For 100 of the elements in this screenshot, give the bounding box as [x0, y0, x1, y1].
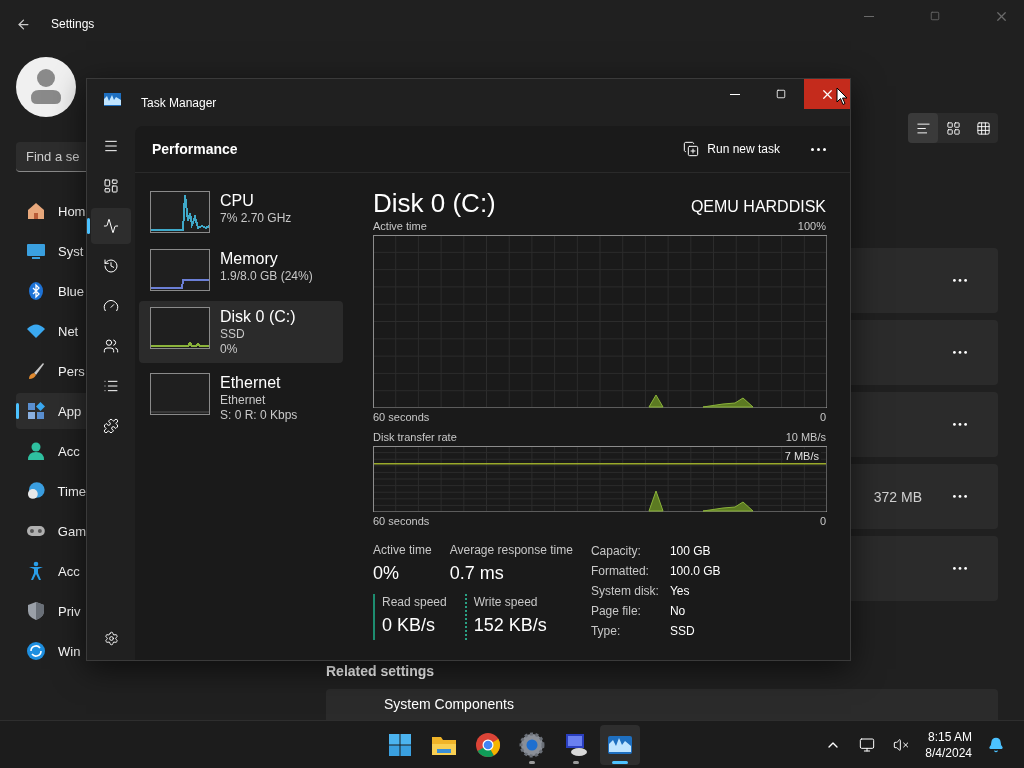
speed-stat: Write speed 152 KB/s [464, 594, 547, 640]
monitor-icon [859, 736, 876, 753]
search-field[interactable]: Find a se [16, 142, 86, 172]
history-icon [103, 258, 119, 274]
usage-graph [150, 307, 210, 349]
maximize-icon [776, 89, 786, 99]
disk-title: Disk 0 (C:) [373, 187, 496, 219]
property-label: Formatted: [590, 564, 650, 580]
device-name: Memory [220, 249, 279, 269]
shield-icon [26, 601, 46, 621]
task-manager-icon [104, 93, 121, 106]
graph-marker: 7 MB/s [782, 449, 821, 463]
brush-icon [26, 361, 46, 381]
disk-model: QEMU HARDDISK [690, 198, 826, 217]
device-item[interactable]: Memory 1.9/8.0 GB (24%) [139, 243, 343, 297]
more-icon [953, 351, 967, 354]
property-value: SSD [669, 624, 696, 640]
minimize-icon [864, 15, 874, 17]
nav-item[interactable]: Hom [16, 193, 86, 229]
clock-date: 8/4/2024 [925, 744, 972, 761]
bluetooth-icon [26, 281, 46, 301]
device-item[interactable]: Ethernet Ethernet S: 0 R: 0 Kbps [139, 367, 343, 429]
monitor-icon [26, 241, 46, 261]
nav-item[interactable]: Time [16, 473, 86, 509]
grid-view-icon [975, 120, 991, 136]
clock-icon [26, 481, 46, 501]
nav-item[interactable]: App [16, 393, 86, 429]
refresh-icon [26, 641, 46, 661]
app-size: 372 MB [873, 488, 922, 505]
tiles-view-icon [945, 120, 961, 136]
device-detail: 0% [220, 342, 239, 357]
nav-item[interactable]: Acc [16, 433, 86, 469]
house-icon [26, 201, 46, 221]
settings-link[interactable]: System Components [326, 689, 998, 720]
gauge-icon [103, 298, 119, 314]
speed-stat: Read speed 0 KB/s [373, 594, 447, 640]
back-icon[interactable] [16, 16, 31, 32]
list-icon [103, 378, 119, 394]
puzzle-icon [103, 418, 119, 434]
clock[interactable]: 8:15 AM 8/4/2024 [921, 728, 976, 761]
start-icon [387, 732, 413, 758]
nav-item[interactable]: Acc [16, 553, 86, 589]
close-button[interactable] [804, 79, 850, 109]
graph-max: 10 MB/s [785, 430, 826, 444]
device-detail: S: 0 R: 0 Kbps [220, 408, 298, 423]
graph-label: Disk transfer rate [373, 430, 457, 444]
device-detail: 1.9/8.0 GB (24%) [220, 269, 313, 284]
run-new-task-button[interactable]: Run new task [673, 133, 790, 165]
more-icon [953, 423, 967, 426]
browser-icon [475, 732, 501, 758]
list-view-icon [915, 120, 931, 136]
device-detail: Ethernet [220, 393, 267, 408]
property-label: System disk: [590, 584, 660, 600]
device-name: CPU [220, 191, 255, 211]
property-label: Type: [590, 624, 622, 640]
property-value: No [669, 604, 687, 620]
nav-item[interactable]: Priv [16, 593, 86, 629]
nav-item[interactable]: Win [16, 633, 86, 669]
graph-span: 60 seconds [373, 514, 430, 528]
nav-item[interactable]: Net [16, 313, 86, 349]
property-value: 100.0 GB [669, 564, 721, 580]
users-icon [103, 338, 119, 354]
apps-icon [26, 401, 46, 421]
usage-graph [150, 191, 210, 233]
panels-icon [103, 178, 119, 194]
device-item[interactable]: CPU 7% 2.70 GHz [139, 185, 343, 239]
nav-item[interactable]: Gam [16, 513, 86, 549]
clock-time: 8:15 AM [927, 728, 972, 745]
menu-icon [103, 138, 119, 154]
muted-speaker-icon [893, 736, 910, 753]
taskbar-app[interactable] [600, 725, 640, 765]
stat-value: 0.7 ms [449, 562, 505, 585]
nav-item[interactable]: Blue [16, 273, 86, 309]
graph-span: 60 seconds [373, 410, 430, 424]
bell-icon [988, 736, 1004, 753]
pulse-icon [103, 218, 119, 234]
usage-graph [150, 249, 210, 291]
window-title: Settings [51, 17, 95, 31]
minimize-icon [730, 93, 740, 95]
nav-item[interactable]: Pers [16, 353, 86, 389]
device-detail: SSD [220, 327, 246, 342]
device-name: Ethernet [220, 373, 282, 393]
property-label: Page file: [590, 604, 642, 620]
nav-item[interactable]: Syst [16, 233, 86, 269]
new-task-icon [683, 141, 700, 157]
maximize-icon [930, 11, 940, 21]
more-icon [953, 567, 967, 570]
usage-graph [150, 373, 210, 415]
more-icon [953, 495, 967, 498]
view-mode-button[interactable] [908, 113, 938, 143]
remote-desktop-icon [563, 732, 589, 758]
stat-label: Active time [373, 542, 432, 558]
property-value: Yes [669, 584, 691, 600]
graph-max: 100% [797, 219, 826, 233]
graph-label: Active time [373, 219, 427, 233]
device-item[interactable]: Disk 0 (C:) SSD 0% [139, 301, 343, 363]
cursor-icon [836, 87, 848, 106]
property-value: 100 GB [669, 544, 712, 560]
stat-label: Average response time [449, 542, 573, 558]
window-title: Task Manager [141, 96, 217, 110]
